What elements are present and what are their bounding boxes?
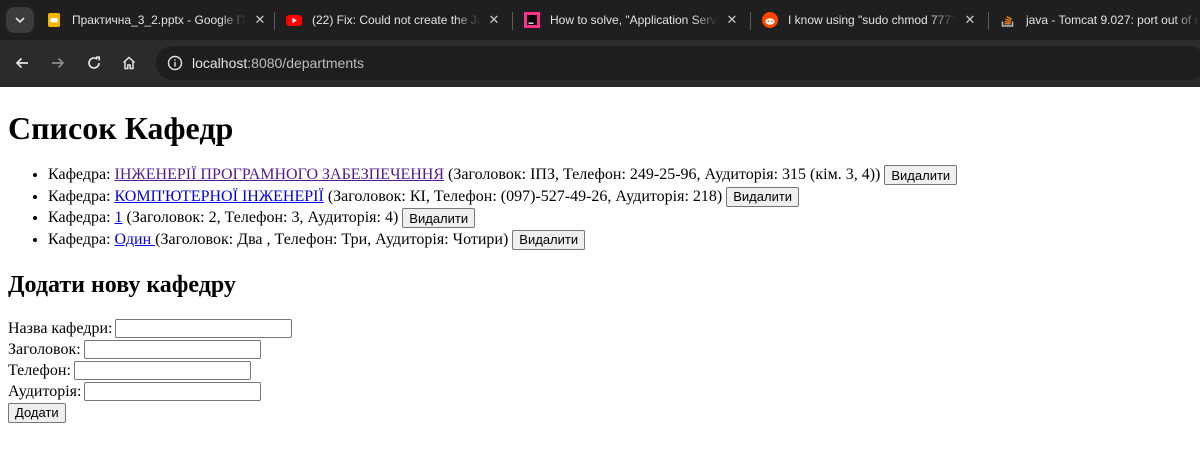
department-details: (Заголовок: 2, Телефон: 3, Аудиторія: 4) (122, 209, 399, 226)
url-text: localhost:8080/departments (192, 55, 364, 71)
department-link[interactable]: ІНЖЕНЕРІЇ ПРОГРАМНОГО ЗАБЕЗПЕЧЕННЯ (115, 166, 445, 183)
tab-strip: Практична_3_2.pptx - Google Презентації … (0, 0, 1200, 40)
forward-button[interactable] (45, 50, 71, 76)
address-bar[interactable]: localhost:8080/departments (156, 46, 1200, 80)
page-title: Список Кафедр (8, 110, 234, 146)
browser-chrome: Практична_3_2.pptx - Google Презентації … (0, 0, 1200, 87)
form-heading: Додати нову кафедру (8, 272, 236, 298)
page-content: Список Кафедр Кафедра: ІНЖЕНЕРІЇ ПРОГРАМ… (0, 108, 1200, 423)
delete-button[interactable]: Видалити (512, 229, 586, 250)
title-label: Заголовок: (8, 341, 81, 358)
list-item: Кафедра: Один (Заголовок: Два , Телефон:… (48, 229, 1192, 251)
add-button[interactable]: Додати (8, 402, 66, 423)
list-item: Кафедра: 1 (Заголовок: 2, Телефон: 3, Ау… (48, 207, 1192, 229)
add-department-form: Назва кафедри: Заголовок: Телефон: Аудит… (8, 318, 1192, 423)
home-button[interactable] (116, 50, 142, 76)
close-icon[interactable]: ✕ (962, 12, 978, 28)
department-prefix: Кафедра: (48, 166, 115, 183)
department-prefix: Кафедра: (48, 209, 115, 226)
back-button[interactable] (9, 50, 35, 76)
url-host: localhost (192, 55, 248, 71)
name-label: Назва кафедри: (8, 320, 113, 337)
list-item: Кафедра: ІНЖЕНЕРІЇ ПРОГРАМНОГО ЗАБЕЗПЕЧЕ… (48, 164, 1192, 186)
arrow-left-icon (15, 57, 28, 69)
department-link[interactable]: 1 (115, 209, 123, 226)
delete-button[interactable]: Видалити (884, 165, 958, 186)
close-icon[interactable]: ✕ (486, 12, 502, 28)
department-link[interactable]: КОМП'ЮТЕРНОЇ ІНЖЕНЕРІЇ (115, 188, 324, 205)
close-icon[interactable]: ✕ (724, 12, 740, 28)
title-input[interactable] (83, 340, 261, 359)
reddit-icon (762, 12, 778, 28)
tab-jetbrains[interactable]: How to solve, "Application Server was no… (524, 0, 740, 40)
tab-reddit[interactable]: I know using "sudo chmod 777" is bad ✕ (762, 0, 978, 40)
room-label: Аудиторія: (8, 383, 82, 400)
url-path: :8080/departments (247, 55, 365, 71)
room-input[interactable] (84, 382, 262, 401)
list-item: Кафедра: КОМП'ЮТЕРНОЇ ІНЖЕНЕРІЇ (Заголов… (48, 186, 1192, 208)
arrow-right-icon (52, 57, 65, 69)
department-details: (Заголовок: КІ, Телефон: (097)-527-49-26… (323, 187, 723, 205)
jetbrains-icon (524, 12, 540, 28)
slides-icon (46, 12, 62, 28)
youtube-icon (286, 12, 302, 28)
name-input[interactable] (115, 319, 293, 338)
delete-button[interactable]: Видалити (402, 208, 476, 229)
delete-button[interactable]: Видалити (726, 186, 800, 207)
department-list: Кафедра: ІНЖЕНЕРІЇ ПРОГРАМНОГО ЗАБЕЗПЕЧЕ… (8, 164, 1192, 250)
site-info-icon[interactable] (158, 46, 192, 80)
phone-input[interactable] (73, 361, 251, 380)
tab-search-button[interactable] (6, 7, 34, 33)
department-details: (Заголовок: ІПЗ, Телефон: 249-25-96, Ауд… (444, 166, 881, 183)
reload-button[interactable] (81, 50, 107, 76)
department-prefix: Кафедра: (48, 187, 115, 205)
browser-toolbar: localhost:8080/departments (0, 40, 1200, 87)
phone-label: Телефон: (8, 362, 71, 379)
stackoverflow-icon (1000, 12, 1016, 28)
tab-stackoverflow[interactable]: java - Tomcat 9.027: port out of range (1000, 0, 1200, 40)
department-details: (Заголовок: Два , Телефон: Три, Аудиторі… (155, 230, 509, 248)
tab-youtube[interactable]: (22) Fix: Could not create the Java Virt… (286, 0, 502, 40)
department-link[interactable]: Один (115, 231, 156, 248)
home-icon (122, 56, 136, 70)
chevron-down-icon (15, 17, 25, 24)
department-prefix: Кафедра: (48, 230, 115, 248)
tab-slides[interactable]: Практична_3_2.pptx - Google Презентації … (46, 0, 268, 40)
reload-icon (88, 56, 101, 69)
close-icon[interactable]: ✕ (252, 12, 268, 28)
